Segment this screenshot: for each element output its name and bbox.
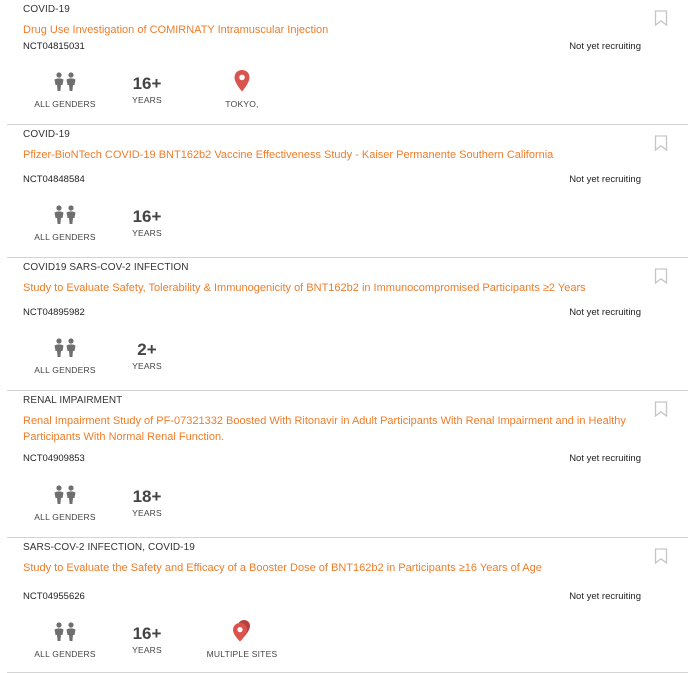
people-icon [25,205,105,227]
trial-card[interactable]: RENAL IMPAIRMENT Renal Impairment Study … [7,391,688,538]
gender-label: ALL GENDERS [34,365,96,375]
trial-card[interactable]: COVID-19 Pfizer-BioNTech COVID-19 BNT162… [7,125,688,258]
location-label: TOKYO, [225,99,259,109]
gender-stat: ALL GENDERS [25,338,105,375]
bookmark-icon[interactable] [654,135,668,152]
map-pin-icon [197,70,287,94]
age-value: 16+ [132,207,162,226]
recruitment-status: Not yet recruiting [569,174,641,185]
recruitment-status: Not yet recruiting [569,453,641,464]
location-stat: TOKYO, [197,70,287,109]
gender-stat: ALL GENDERS [25,72,105,109]
age-value: 18+ [132,487,162,506]
gender-label: ALL GENDERS [34,649,96,659]
gender-label: ALL GENDERS [34,99,96,109]
age-stat: 2+ YEARS [123,340,171,371]
nct-id: NCT04815031 [23,41,85,52]
location-label: MULTIPLE SITES [206,649,278,659]
trial-card[interactable]: COVID-19 Drug Use Investigation of COMIR… [7,0,688,125]
people-icon [25,485,105,507]
age-stat: 16+ YEARS [123,74,171,105]
age-stat: 16+ YEARS [123,207,171,238]
bookmark-icon[interactable] [654,401,668,418]
condition-label: SARS-COV-2 INFECTION, COVID-19 [23,542,195,553]
trial-title-link[interactable]: Study to Evaluate the Safety and Efficac… [23,560,633,576]
people-icon [25,622,105,644]
gender-stat: ALL GENDERS [25,485,105,522]
recruitment-status: Not yet recruiting [569,307,641,318]
age-value: 16+ [132,624,162,643]
location-stat: MULTIPLE SITES [197,620,287,659]
multiple-pins-icon [197,620,287,644]
age-unit: YEARS [132,95,162,105]
bookmark-icon[interactable] [654,268,668,285]
bookmark-icon[interactable] [654,548,668,565]
nct-id: NCT04895982 [23,307,85,318]
age-unit: YEARS [132,228,162,238]
nct-id: NCT04955626 [23,591,85,602]
condition-label: COVID-19 [23,4,70,15]
trial-title-link[interactable]: Drug Use Investigation of COMIRNATY Intr… [23,22,633,38]
people-icon [25,72,105,94]
nct-id: NCT04909853 [23,453,85,464]
people-icon [25,338,105,360]
age-unit: YEARS [132,645,162,655]
trial-title-link[interactable]: Pfizer-BioNTech COVID-19 BNT162b2 Vaccin… [23,147,633,163]
trial-card[interactable]: COVID19 SARS-COV-2 INFECTION Study to Ev… [7,258,688,391]
recruitment-status: Not yet recruiting [569,591,641,602]
age-value: 2+ [137,340,157,359]
age-value: 16+ [132,74,162,93]
condition-label: COVID-19 [23,129,70,140]
gender-stat: ALL GENDERS [25,205,105,242]
trial-title-link[interactable]: Study to Evaluate Safety, Tolerability &… [23,280,633,296]
recruitment-status: Not yet recruiting [569,41,641,52]
nct-id: NCT04848584 [23,174,85,185]
condition-label: COVID19 SARS-COV-2 INFECTION [23,262,189,273]
age-unit: YEARS [132,361,162,371]
trial-title-link[interactable]: Renal Impairment Study of PF-07321332 Bo… [23,413,633,445]
gender-label: ALL GENDERS [34,232,96,242]
trial-card[interactable]: SARS-COV-2 INFECTION, COVID-19 Study to … [7,538,688,673]
age-stat: 18+ YEARS [123,487,171,518]
age-stat: 16+ YEARS [123,624,171,655]
gender-stat: ALL GENDERS [25,622,105,659]
age-unit: YEARS [132,508,162,518]
condition-label: RENAL IMPAIRMENT [23,395,123,406]
bookmark-icon[interactable] [654,10,668,27]
gender-label: ALL GENDERS [34,512,96,522]
